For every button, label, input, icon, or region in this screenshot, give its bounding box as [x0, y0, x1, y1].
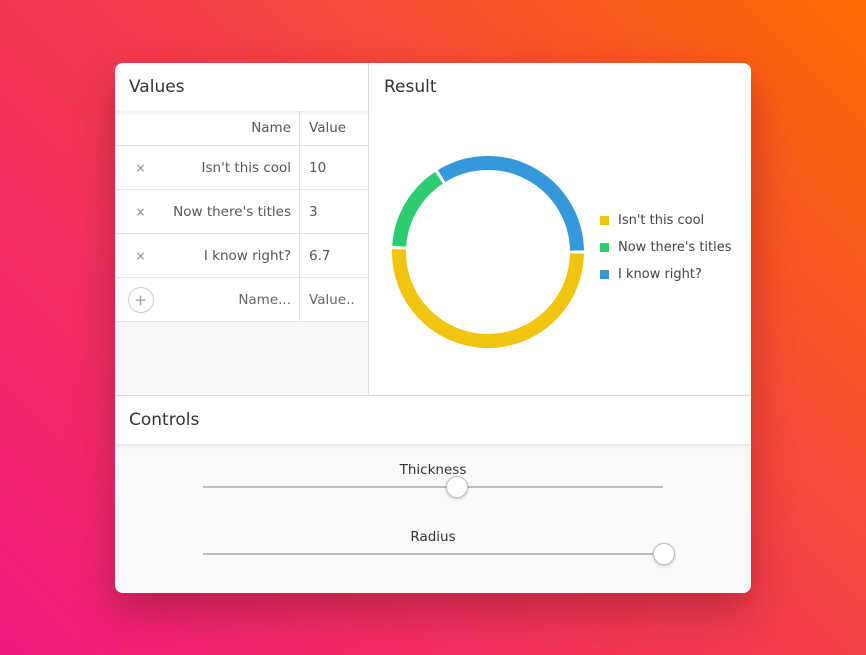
radius-thumb[interactable] [653, 543, 675, 565]
column-header-value: Value [299, 111, 368, 146]
row-value-cell[interactable]: 3 [299, 189, 368, 234]
legend-item: Now there's titles [600, 234, 732, 261]
legend-swatch [600, 243, 609, 252]
values-table: Name Value × Isn't this cool 10 × Now th… [115, 111, 368, 322]
new-name-input[interactable]: Name... [166, 277, 301, 322]
radius-label: Radius [410, 529, 456, 545]
radius-slider: Radius [203, 529, 675, 565]
legend-label: Isn't this cool [618, 213, 705, 228]
thickness-slider: Thickness [203, 462, 663, 498]
table-row: × I know right? 6.7 [115, 233, 368, 278]
table-row: × Now there's titles 3 [115, 189, 368, 234]
table-row: × Isn't this cool 10 [115, 145, 368, 190]
column-header-name: Name [166, 111, 301, 146]
controls-panel: Controls Thickness Radius [115, 395, 751, 593]
chart-legend: Isn't this cool Now there's titles I kno… [600, 207, 732, 288]
result-panel: Result Isn't this cool Now there's title… [369, 63, 751, 394]
row-name-cell[interactable]: Now there's titles [166, 189, 301, 234]
remove-row-button[interactable]: × [115, 145, 167, 190]
legend-item: Isn't this cool [600, 207, 732, 234]
thickness-track[interactable] [203, 476, 663, 498]
add-row-button[interactable]: + [127, 286, 154, 313]
radius-track[interactable] [203, 543, 675, 565]
controls-title: Controls [115, 396, 751, 444]
row-value-cell[interactable]: 6.7 [299, 233, 368, 278]
new-row: + Name... Value.. [115, 277, 368, 322]
legend-label: Now there's titles [618, 240, 732, 255]
legend-swatch [600, 270, 609, 279]
donut-chart [392, 156, 584, 349]
remove-row-button[interactable]: × [115, 189, 167, 234]
donut-slice-3 [437, 156, 584, 251]
result-title: Result [384, 77, 437, 97]
app-card: Values Name Value × Isn't this cool 10 ×… [115, 63, 751, 593]
thickness-label: Thickness [399, 462, 467, 478]
values-title: Values [115, 63, 368, 111]
legend-label: I know right? [618, 267, 702, 282]
donut-slice-2 [392, 171, 443, 247]
legend-item: I know right? [600, 261, 732, 288]
donut-slice-1 [392, 249, 584, 349]
values-panel: Values Name Value × Isn't this cool 10 ×… [115, 63, 369, 394]
remove-row-button[interactable]: × [115, 233, 167, 278]
row-name-cell[interactable]: Isn't this cool [166, 145, 301, 190]
legend-swatch [600, 216, 609, 225]
row-value-cell[interactable]: 10 [299, 145, 368, 190]
thickness-thumb[interactable] [446, 476, 468, 498]
row-name-cell[interactable]: I know right? [166, 233, 301, 278]
table-header-row: Name Value [115, 111, 368, 146]
new-value-input[interactable]: Value.. [299, 277, 368, 322]
